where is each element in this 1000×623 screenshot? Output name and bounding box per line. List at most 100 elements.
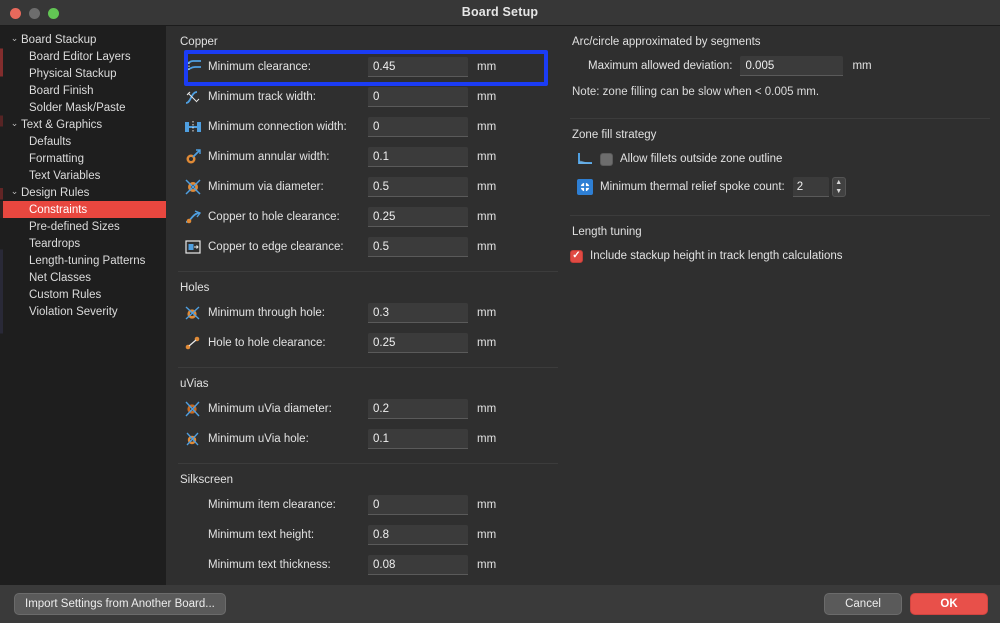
sidebar-item-length-tuning-patterns[interactable]: Length-tuning Patterns — [0, 252, 166, 269]
sidebar-item-custom-rules[interactable]: Custom Rules — [0, 286, 166, 303]
sidebar-item-label: Board Stackup — [21, 33, 97, 46]
constraint-row: Minimum uVia hole: mm — [178, 424, 558, 454]
uvias-section-title: uVias — [180, 378, 209, 390]
hole-to-hole-icon — [178, 332, 208, 354]
sidebar-item-solder-mask-paste[interactable]: Solder Mask/Paste — [0, 99, 166, 116]
sidebar-item-net-classes[interactable]: Net Classes — [0, 269, 166, 286]
constraint-value-input[interactable] — [368, 555, 468, 575]
no-icon — [178, 494, 208, 516]
sidebar-item-board-stackup[interactable]: ⌄ Board Stackup — [0, 31, 166, 48]
sidebar-item-label: Teardrops — [29, 237, 81, 250]
sidebar-item-label: Formatting — [29, 152, 84, 165]
max-deviation-input[interactable] — [740, 56, 844, 76]
divider-length-tuning — [570, 215, 990, 216]
constraint-label: Minimum text height: — [208, 529, 315, 541]
sidebar-item-teardrops[interactable]: Teardrops — [0, 235, 166, 252]
sidebar-item-label: Custom Rules — [29, 288, 102, 301]
sidebar-item-label: Design Rules — [21, 186, 90, 199]
include-stackup-row[interactable]: Include stackup height in track length c… — [570, 242, 990, 270]
left-column: Copper Minimum clearance: mm Minimum trac… — [178, 26, 558, 580]
no-icon — [178, 524, 208, 546]
title-bar: Board Setup — [0, 0, 1000, 26]
chevron-down-icon[interactable]: ⌄ — [8, 34, 21, 43]
constraint-value-input[interactable] — [368, 87, 468, 107]
fillet-icon — [570, 148, 600, 170]
copper-rows: Minimum clearance: mm Minimum track width… — [178, 52, 558, 262]
allow-fillets-checkbox[interactable] — [600, 152, 613, 166]
constraint-row: Minimum uVia diameter: mm — [178, 394, 558, 424]
sidebar-item-defaults[interactable]: Defaults — [0, 133, 166, 150]
via-diameter-icon — [178, 176, 208, 198]
clearance-icon — [178, 56, 208, 78]
stepper-up-icon[interactable]: ▲ — [835, 179, 842, 186]
constraint-unit: mm — [477, 559, 497, 571]
constraint-value-input[interactable] — [368, 147, 468, 167]
spoke-count-input[interactable] — [792, 177, 829, 197]
sidebar-item-label: Constraints — [29, 203, 88, 216]
constraint-value-input[interactable] — [368, 525, 468, 545]
constraint-value-input[interactable] — [368, 237, 468, 257]
constraints-panel: Copper Minimum clearance: mm Minimum trac… — [166, 26, 1000, 585]
annular-width-icon — [178, 146, 208, 168]
uvia-hole-icon — [178, 428, 208, 450]
copper-to-hole-icon — [178, 206, 208, 228]
sidebar-item-label: Board Editor Layers — [29, 50, 131, 63]
cancel-button[interactable]: Cancel — [824, 593, 902, 615]
constraint-unit: mm — [477, 433, 497, 445]
constraint-label: Copper to edge clearance: — [208, 241, 344, 253]
settings-tree[interactable]: ⌄ Board Stackup Board Editor Layers Physica… — [0, 26, 166, 320]
constraint-value-input[interactable] — [368, 207, 468, 227]
chevron-down-icon[interactable]: ⌄ — [8, 119, 21, 128]
copper-section-title: Copper — [180, 36, 218, 48]
constraint-unit: mm — [477, 307, 497, 319]
stepper-down-icon[interactable]: ▼ — [835, 188, 842, 195]
sidebar-item-pre-defined-sizes[interactable]: Pre-defined Sizes — [0, 218, 166, 235]
sidebar-item-label: Length-tuning Patterns — [29, 254, 146, 267]
sidebar-item-violation-severity[interactable]: Violation Severity — [0, 303, 166, 320]
import-settings-button[interactable]: Import Settings from Another Board... — [14, 593, 226, 615]
constraint-value-input[interactable] — [368, 333, 468, 353]
constraint-value-input[interactable] — [368, 399, 468, 419]
constraint-label: Minimum through hole: — [208, 307, 325, 319]
constraint-value-input[interactable] — [368, 177, 468, 197]
constraint-label: Copper to hole clearance: — [208, 211, 340, 223]
spoke-count-spinner[interactable]: ▲ ▼ — [792, 177, 846, 197]
allow-fillets-row[interactable]: Allow fillets outside zone outline — [570, 145, 990, 173]
constraint-label: Minimum text thickness: — [208, 559, 331, 571]
constraint-row: Minimum text height: mm — [178, 520, 558, 550]
sidebar-item-board-finish[interactable]: Board Finish — [0, 82, 166, 99]
constraint-label: Minimum item clearance: — [208, 499, 336, 511]
constraint-row: Minimum text thickness: mm — [178, 550, 558, 580]
dialog-footer: Import Settings from Another Board... Ca… — [0, 585, 1000, 623]
constraint-label: Minimum uVia hole: — [208, 433, 309, 445]
constraint-unit: mm — [477, 337, 497, 349]
constraint-value-input[interactable] — [368, 429, 468, 449]
sidebar-item-physical-stackup[interactable]: Physical Stackup — [0, 65, 166, 82]
constraint-row: Minimum clearance: mm — [178, 52, 558, 82]
sidebar-item-label: Physical Stackup — [29, 67, 117, 80]
spoke-count-stepper[interactable]: ▲ ▼ — [831, 177, 846, 197]
uvias-rows: Minimum uVia diameter: mm Minimum uVia ho… — [178, 394, 558, 454]
ok-button[interactable]: OK — [910, 593, 988, 615]
sidebar-item-label: Pre-defined Sizes — [29, 220, 120, 233]
constraint-value-input[interactable] — [368, 117, 468, 137]
sidebar-item-formatting[interactable]: Formatting — [0, 150, 166, 167]
constraint-value-input[interactable] — [368, 57, 468, 77]
settings-sidebar[interactable]: ⌄ Board Stackup Board Editor Layers Physica… — [0, 26, 166, 585]
sidebar-item-text-variables[interactable]: Text Variables — [0, 167, 166, 184]
copper-to-edge-icon — [178, 236, 208, 258]
constraint-value-input[interactable] — [368, 495, 468, 515]
sidebar-item-text-graphics[interactable]: ⌄ Text & Graphics — [0, 116, 166, 133]
sidebar-item-constraints[interactable]: Constraints — [0, 201, 166, 218]
sidebar-item-label: Defaults — [29, 135, 72, 148]
include-stackup-checkbox[interactable] — [570, 249, 583, 263]
left-edge-bleed — [0, 26, 3, 585]
constraint-value-input[interactable] — [368, 303, 468, 323]
constraint-unit: mm — [477, 529, 497, 541]
sidebar-item-design-rules[interactable]: ⌄ Design Rules — [0, 184, 166, 201]
chevron-down-icon[interactable]: ⌄ — [8, 187, 21, 196]
sidebar-item-label: Violation Severity — [29, 305, 118, 318]
constraint-unit: mm — [477, 151, 497, 163]
constraint-row: Minimum annular width: mm — [178, 142, 558, 172]
sidebar-item-board-editor-layers[interactable]: Board Editor Layers — [0, 48, 166, 65]
